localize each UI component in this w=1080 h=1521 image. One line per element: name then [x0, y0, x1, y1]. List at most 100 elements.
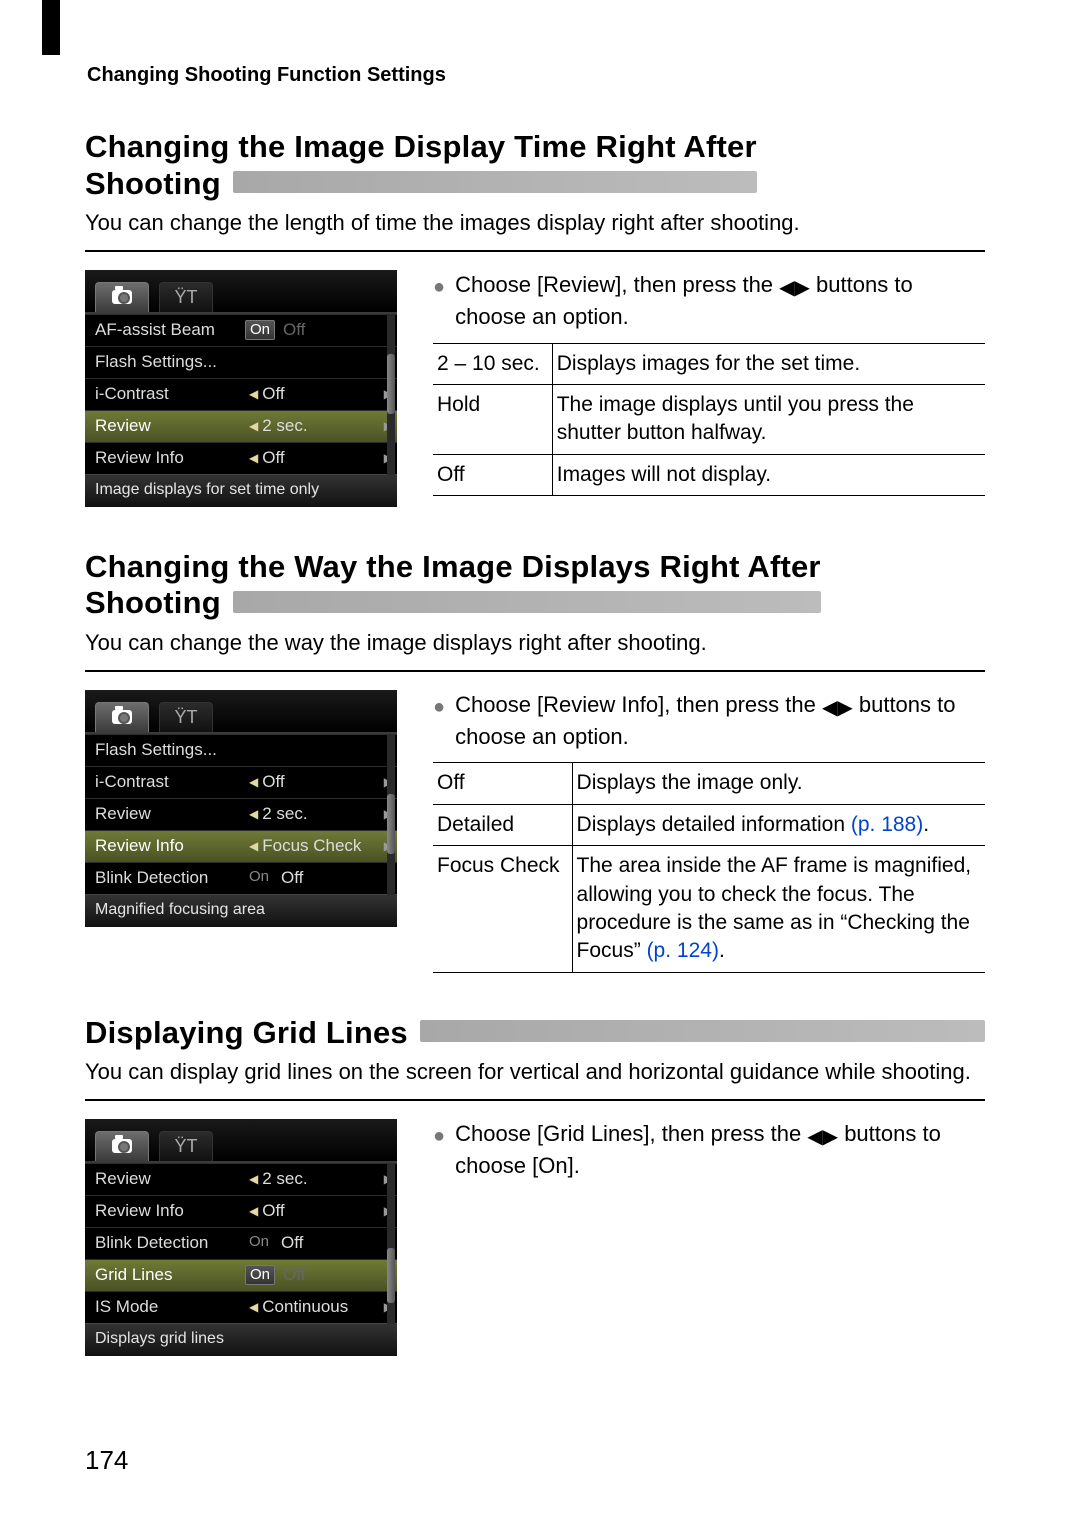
menu-value: Off: [262, 448, 284, 468]
menu-row: i-Contrast ◀ Off ▶: [85, 378, 397, 410]
camera-menu-screenshot-1: ŸT AF-assist Beam On Off Flash Settings..…: [85, 270, 397, 507]
menu-value-off: Off: [281, 868, 303, 888]
opt-name: Off: [433, 763, 572, 804]
camera-icon: [112, 710, 132, 724]
opt-desc: The image displays until you press the s…: [552, 384, 985, 454]
table-row: OffImages will not display.: [433, 454, 985, 495]
menu-value: Off: [262, 772, 284, 792]
left-right-arrow-icon: ◀▶: [822, 694, 853, 722]
opt-desc: Images will not display.: [552, 454, 985, 495]
menu-hint: Image displays for set time only: [85, 474, 397, 507]
page-spine-marker: [42, 0, 60, 55]
opt-desc: The area inside the AF frame is magnifie…: [572, 846, 985, 972]
options-table-1: 2 – 10 sec.Displays images for the set t…: [433, 343, 985, 496]
menu-value: 2 sec.: [262, 416, 307, 436]
opt-desc-text: .: [719, 939, 725, 962]
opt-desc-text: Displays detailed information: [577, 813, 851, 836]
menu-label: Review: [95, 416, 245, 436]
section-1-title-line1: Changing the Image Display Time Right Af…: [85, 129, 757, 166]
section-1-body: ŸT AF-assist Beam On Off Flash Settings..…: [85, 270, 985, 507]
section-2-body: ŸT Flash Settings... i-Contrast◀Off▶ Rev…: [85, 690, 985, 973]
caret-left-icon: ◀: [245, 1300, 262, 1314]
menu-value-off: Off: [281, 1233, 303, 1253]
left-right-arrow-icon: ◀▶: [779, 274, 810, 302]
section-2-title-line2: Shooting: [85, 585, 221, 622]
menu-scrollbar: [387, 1163, 395, 1324]
page-ref-link[interactable]: (p. 188): [851, 813, 923, 836]
section-3-intro: You can display grid lines on the screen…: [85, 1057, 985, 1087]
tools-icon: ŸT: [174, 707, 197, 728]
opt-desc: Displays detailed information (p. 188).: [572, 804, 985, 845]
menu-row: Review◀2 sec.▶: [85, 798, 397, 830]
bullet-text-a: Choose [Grid Lines], then press the: [455, 1121, 807, 1146]
heading-accent-bar: [420, 1020, 985, 1042]
tab-tools-icon: ŸT: [159, 1131, 213, 1161]
opt-desc: Displays images for the set time.: [552, 343, 985, 384]
instruction-bullet: ● Choose [Review Info], then press the ◀…: [433, 690, 985, 753]
tab-tools-icon: ŸT: [159, 282, 213, 312]
menu-label: IS Mode: [95, 1297, 245, 1317]
menu-value-on: On: [245, 1265, 275, 1285]
caret-left-icon: ◀: [245, 451, 262, 465]
menu-label: Review Info: [95, 1201, 245, 1221]
menu-label: i-Contrast: [95, 772, 245, 792]
table-row: 2 – 10 sec.Displays images for the set t…: [433, 343, 985, 384]
table-row: OffDisplays the image only.: [433, 763, 985, 804]
menu-hint: Magnified focusing area: [85, 894, 397, 927]
camera-menu-screenshot-3: ŸT Review◀2 sec.▶ Review Info◀Off▶ Blink…: [85, 1119, 397, 1356]
instruction-bullet: ● Choose [Review], then press the ◀▶ but…: [433, 270, 985, 333]
section-1-heading: Changing the Image Display Time Right Af…: [85, 129, 985, 202]
menu-value-on: On: [245, 868, 273, 888]
camera-menu-screenshot-2: ŸT Flash Settings... i-Contrast◀Off▶ Rev…: [85, 690, 397, 973]
camera-icon: [112, 1139, 132, 1153]
bullet-icon: ●: [433, 690, 445, 753]
bullet-text-a: Choose [Review], then press the: [455, 272, 779, 297]
table-row: HoldThe image displays until you press t…: [433, 384, 985, 454]
menu-label: Blink Detection: [95, 1233, 245, 1253]
caret-left-icon: ◀: [245, 387, 262, 401]
page-number: 174: [85, 1445, 128, 1476]
section-3-body: ŸT Review◀2 sec.▶ Review Info◀Off▶ Blink…: [85, 1119, 985, 1356]
menu-scrollbar: [387, 314, 395, 475]
bullet-text-a: Choose [Review Info], then press the: [455, 692, 822, 717]
menu-label: Grid Lines: [95, 1265, 245, 1285]
caret-left-icon: ◀: [245, 1204, 262, 1218]
menu-row-selected: Review Info◀Focus Check▶: [85, 830, 397, 862]
menu-label: Review: [95, 804, 245, 824]
menu-value: Off: [262, 1201, 284, 1221]
caret-left-icon: ◀: [245, 839, 262, 853]
menu-row: Review◀2 sec.▶: [85, 1163, 397, 1195]
menu-value-on: On: [245, 1233, 273, 1253]
opt-desc: Displays the image only.: [572, 763, 985, 804]
divider: [85, 1099, 985, 1101]
options-table-2: OffDisplays the image only. DetailedDisp…: [433, 762, 985, 972]
page-ref-link[interactable]: (p. 124): [647, 939, 719, 962]
section-1-title-line2: Shooting: [85, 166, 221, 203]
tools-icon: ŸT: [174, 1136, 197, 1157]
caret-left-icon: ◀: [245, 419, 262, 433]
menu-label: Blink Detection: [95, 868, 245, 888]
section-3-heading: Displaying Grid Lines: [85, 1015, 985, 1052]
menu-scroll-thumb: [387, 794, 395, 854]
opt-desc-text: .: [923, 813, 929, 836]
tab-camera-icon: [95, 702, 149, 732]
section-1-intro: You can change the length of time the im…: [85, 208, 985, 238]
opt-name: Hold: [433, 384, 552, 454]
menu-row: Blink DetectionOn Off: [85, 862, 397, 894]
menu-label: Review Info: [95, 836, 245, 856]
opt-name: Focus Check: [433, 846, 572, 972]
menu-row: Review Info◀Off▶: [85, 1195, 397, 1227]
heading-accent-bar: [233, 591, 821, 613]
bullet-icon: ●: [433, 270, 445, 333]
menu-value-on: On: [245, 320, 275, 340]
menu-row: Flash Settings...: [85, 734, 397, 766]
menu-label: Review: [95, 1169, 245, 1189]
table-row: DetailedDisplays detailed information (p…: [433, 804, 985, 845]
heading-accent-bar: [233, 171, 757, 193]
menu-label: AF-assist Beam: [95, 320, 245, 340]
menu-scrollbar: [387, 734, 395, 895]
menu-scroll-thumb: [387, 1248, 395, 1303]
tab-camera-icon: [95, 1131, 149, 1161]
menu-label: Flash Settings...: [95, 352, 245, 372]
tab-camera-icon: [95, 282, 149, 312]
